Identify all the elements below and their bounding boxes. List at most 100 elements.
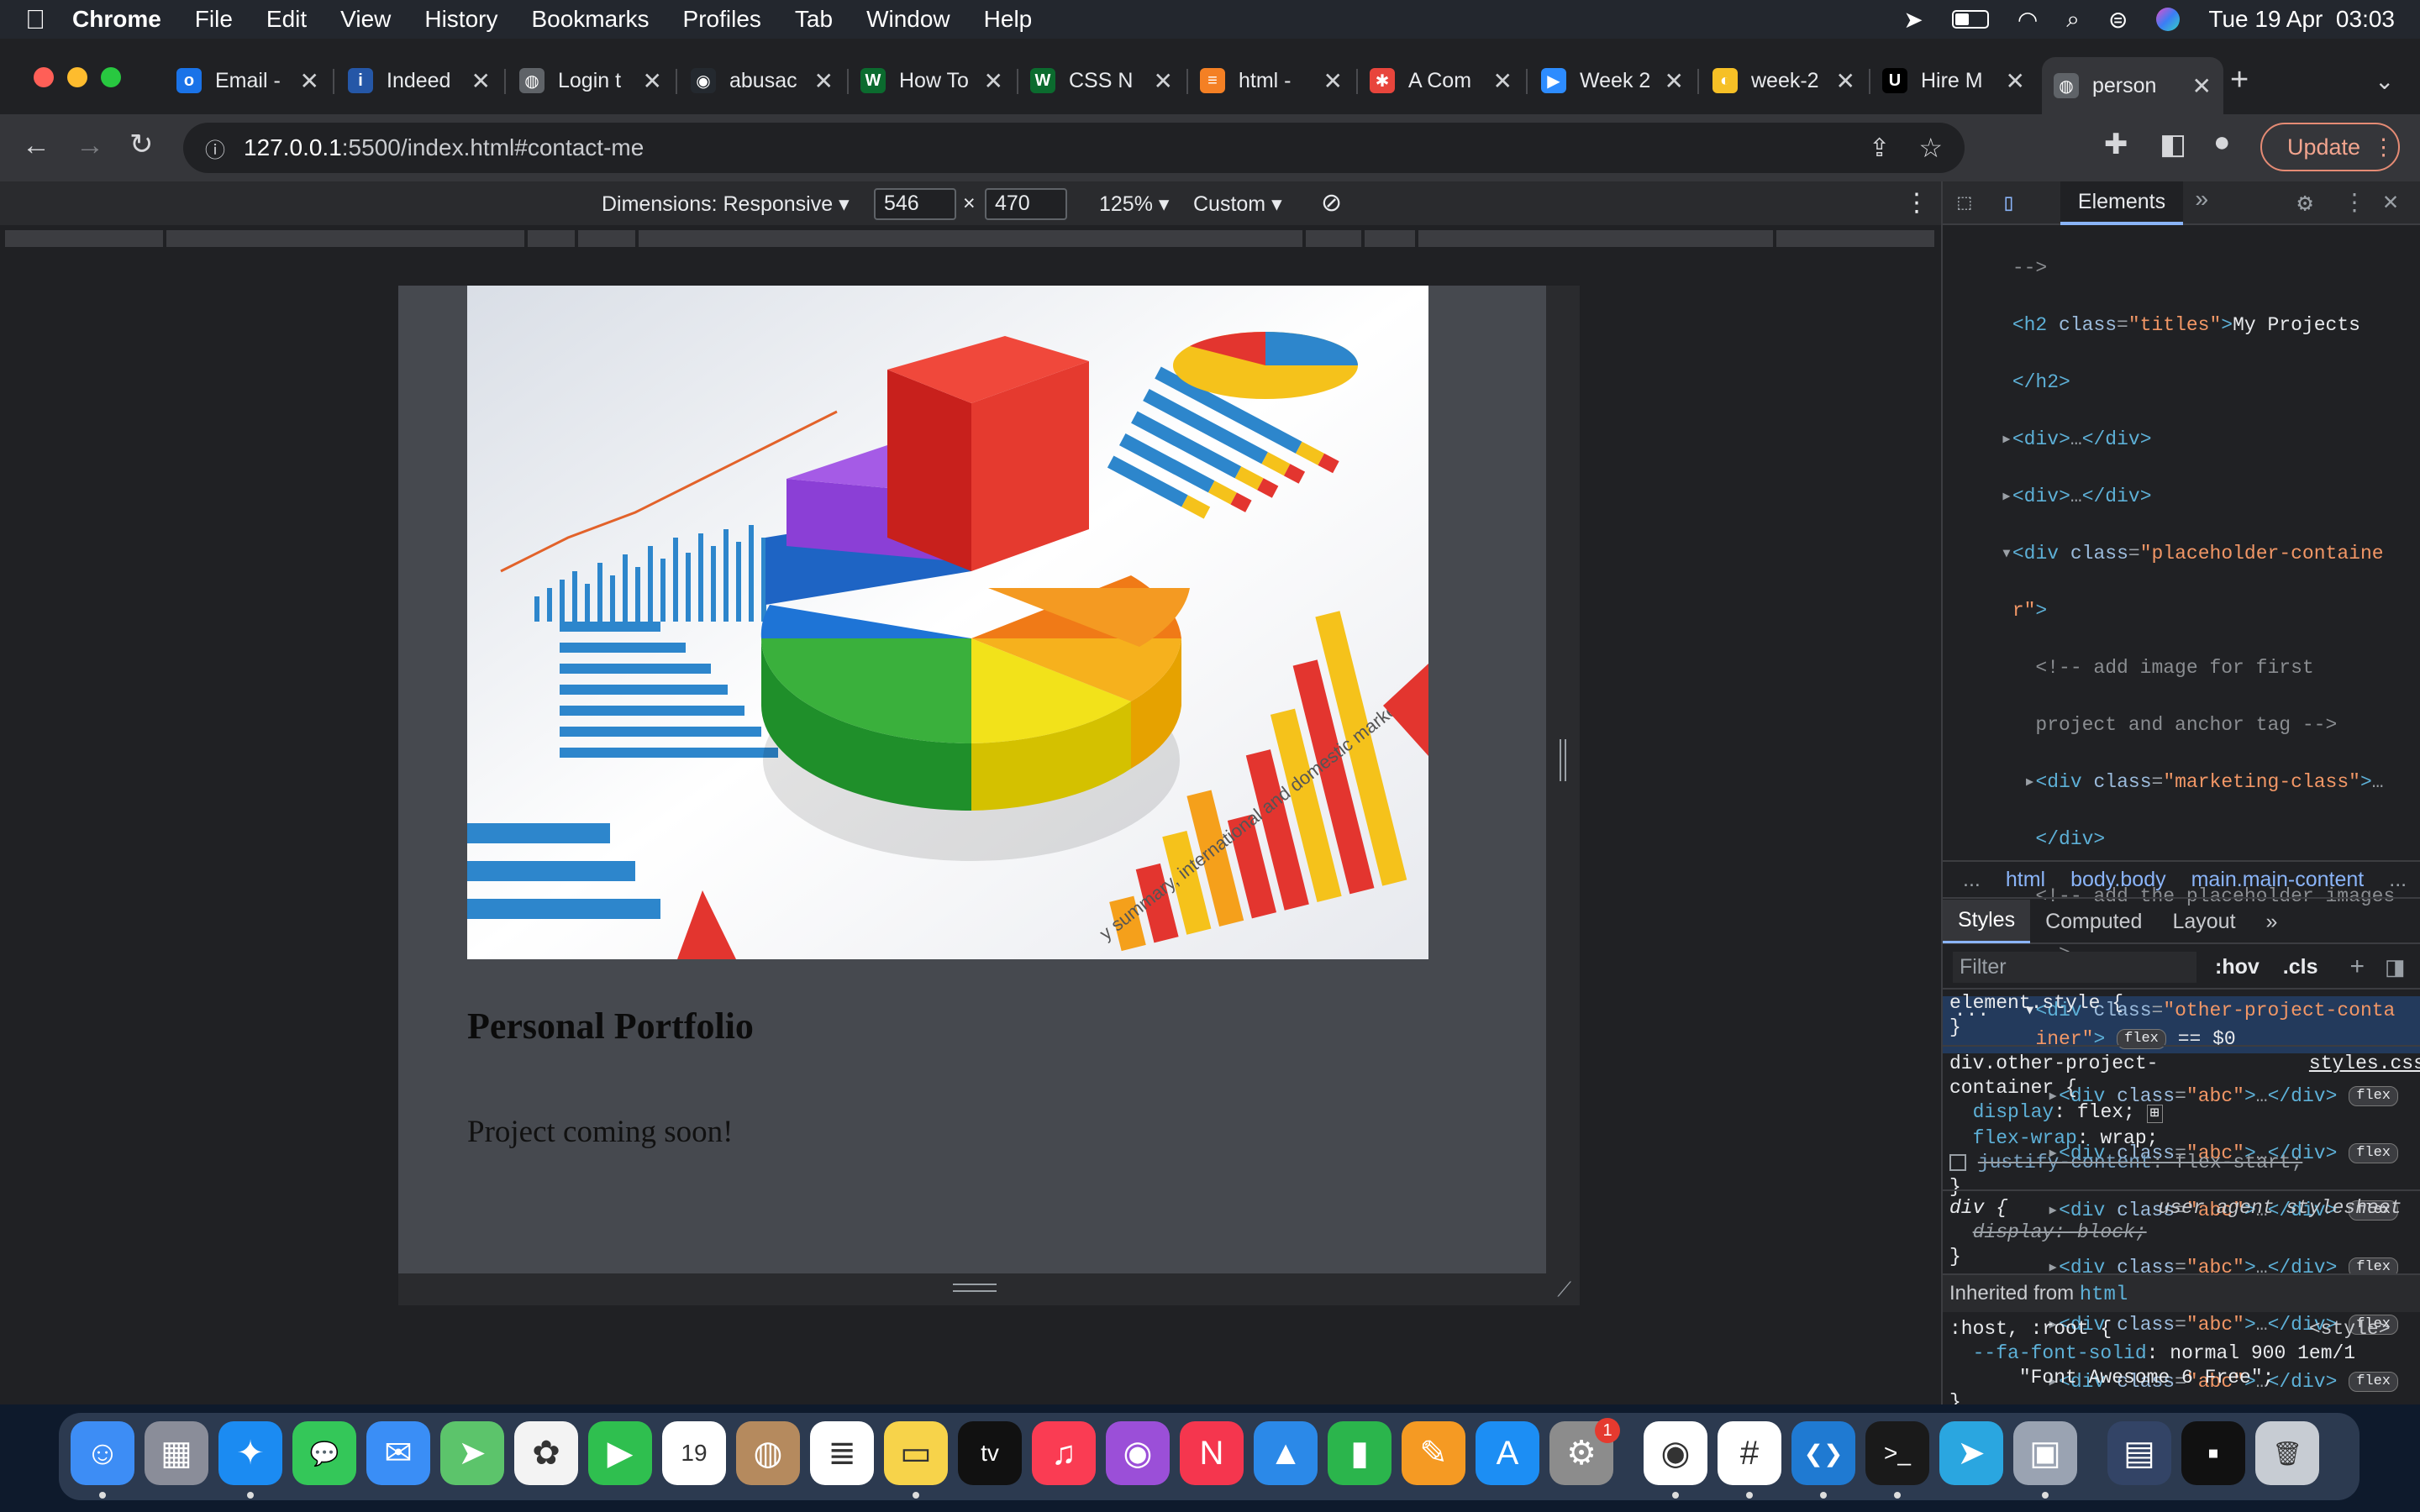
terminal-icon[interactable]: >_	[1865, 1421, 1929, 1485]
resize-handle-bottom[interactable]: ⟋	[398, 1273, 1580, 1305]
media-segment[interactable]	[1776, 230, 1936, 247]
close-window-button[interactable]	[34, 67, 54, 87]
address-bar[interactable]: ⓘ 127.0.0.1:5500/index.html#contact-me ⇪…	[183, 123, 1965, 173]
breadcrumb-main[interactable]: main.main-content	[2191, 868, 2365, 892]
share-icon[interactable]: ⇪	[1869, 134, 1890, 163]
element-style-rule[interactable]: element.style { }	[1949, 991, 2420, 1040]
calendar-icon[interactable]: 19	[662, 1421, 726, 1485]
tab-close-icon[interactable]: ✕	[1317, 67, 1343, 95]
dom-line[interactable]: </div>	[1943, 825, 2420, 853]
news-icon[interactable]: N	[1180, 1421, 1244, 1485]
media-segment[interactable]	[5, 230, 165, 247]
tab-1[interactable]: o Email - ✕	[165, 57, 331, 104]
minimize-window-button[interactable]	[67, 67, 87, 87]
control-center-icon[interactable]: ⊜	[2108, 6, 2128, 34]
contacts-icon[interactable]: ◍	[736, 1421, 800, 1485]
tab-search-icon[interactable]: ⌄	[2375, 67, 2394, 95]
numbers-icon[interactable]: ▮	[1328, 1421, 1392, 1485]
user-agent-rule[interactable]: div { user agent stylesheet display: blo…	[1949, 1196, 2420, 1269]
devtools-menu-icon[interactable]: ⋮	[2343, 188, 2366, 218]
breadcrumb-body[interactable]: body.body	[2070, 868, 2166, 892]
property-checkbox[interactable]	[1949, 1153, 1966, 1171]
tab-7[interactable]: ≡ html - ✕	[1188, 57, 1355, 104]
profile-icon[interactable]: ●	[2213, 126, 2231, 159]
dom-line[interactable]: project and anchor tag -->	[1943, 711, 2420, 739]
breadcrumb-ellipsis[interactable]: ...	[1963, 868, 1981, 892]
resize-handle-right[interactable]	[1546, 286, 1580, 1273]
podcasts-icon[interactable]: ◉	[1106, 1421, 1170, 1485]
chrome-icon[interactable]: ◉	[1644, 1421, 1707, 1485]
music-icon[interactable]: ♫	[1032, 1421, 1096, 1485]
send-icon[interactable]: ➤	[1903, 6, 1923, 34]
app-store-icon[interactable]: A	[1476, 1421, 1539, 1485]
menu-help[interactable]: Help	[984, 6, 1033, 33]
slack-icon[interactable]: #	[1718, 1421, 1781, 1485]
launchpad-icon[interactable]: ▦	[145, 1421, 208, 1485]
back-icon[interactable]: ←	[22, 129, 50, 162]
tv-icon[interactable]: tv	[958, 1421, 1022, 1485]
telegram-icon[interactable]: ➤	[1939, 1421, 2003, 1485]
media-segment[interactable]	[578, 230, 637, 247]
zoom-window-button[interactable]	[101, 67, 121, 87]
flex-editor-icon[interactable]: ⊞	[2146, 1105, 2163, 1123]
media-segment[interactable]	[1365, 230, 1417, 247]
clock[interactable]: Tue 19 Apr 03:03	[2208, 6, 2395, 33]
tab-5[interactable]: W How To ✕	[849, 57, 1015, 104]
tab-6[interactable]: W CSS N ✕	[1018, 57, 1185, 104]
tab-close-icon[interactable]: ✕	[1486, 67, 1512, 95]
window-icon[interactable]: ▪	[2181, 1421, 2245, 1485]
dimensions-dropdown[interactable]: Dimensions: Responsive ▾	[602, 192, 850, 217]
tab-layout[interactable]: Layout	[2157, 900, 2250, 943]
dom-line[interactable]: </h2>	[1943, 368, 2420, 396]
menu-window[interactable]: Window	[866, 6, 950, 33]
rotate-icon[interactable]: ⊘	[1321, 188, 1342, 218]
tab-9[interactable]: ▶ Week 2 ✕	[1529, 57, 1696, 104]
media-segment[interactable]	[639, 230, 1304, 247]
battery-icon[interactable]	[1951, 10, 1989, 29]
menu-bookmarks[interactable]: Bookmarks	[531, 6, 649, 33]
tab-8[interactable]: ✱ A Com ✕	[1358, 57, 1524, 104]
tab-2[interactable]: i Indeed ✕	[336, 57, 502, 104]
width-input[interactable]: 546	[874, 188, 956, 220]
menu-edit[interactable]: Edit	[266, 6, 307, 33]
toggle-sidebar-icon[interactable]: ◨	[2385, 954, 2406, 980]
preview-icon[interactable]: ▣	[2013, 1421, 2077, 1485]
tab-12[interactable]: ◍ person ✕	[2042, 57, 2223, 114]
breadcrumb-more[interactable]: ...	[2389, 868, 2407, 892]
throttle-dropdown[interactable]: Custom ▾	[1193, 192, 1282, 217]
tab-4[interactable]: ◉ abusac ✕	[679, 57, 845, 104]
host-root-rule[interactable]: :host, :root { <style> --fa-font-solid: …	[1949, 1317, 2420, 1404]
tab-close-icon[interactable]: ✕	[2186, 72, 2212, 100]
dom-line[interactable]: ▾<div class="placeholder-containe	[1943, 539, 2420, 568]
more-menu-icon[interactable]: ⋮	[2372, 134, 2395, 160]
tab-computed[interactable]: Computed	[2030, 900, 2157, 943]
menu-history[interactable]: History	[424, 6, 497, 33]
wifi-icon[interactable]: ◠	[2018, 6, 2038, 34]
tab-3[interactable]: ◍ Login t ✕	[508, 57, 674, 104]
maps-icon[interactable]: ➤	[440, 1421, 504, 1485]
zoom-dropdown[interactable]: 125% ▾	[1099, 192, 1169, 217]
tab-close-icon[interactable]: ✕	[977, 67, 1003, 95]
menu-profiles[interactable]: Profiles	[683, 6, 761, 33]
side-panel-icon[interactable]: ◧	[2160, 128, 2186, 161]
menu-file[interactable]: File	[195, 6, 233, 33]
reload-icon[interactable]: ↻	[129, 128, 154, 161]
dom-line[interactable]: <h2 class="titles">My Projects	[1943, 311, 2420, 339]
menu-view[interactable]: View	[340, 6, 391, 33]
tab-close-icon[interactable]: ✕	[1829, 67, 1855, 95]
media-segment[interactable]	[1418, 230, 1775, 247]
mail-icon[interactable]: ✉	[366, 1421, 430, 1485]
menu-app[interactable]: Chrome	[72, 6, 161, 33]
screenshot-icon[interactable]: ▤	[2107, 1421, 2171, 1485]
resize-corner-icon[interactable]: ⟋	[1557, 1278, 1571, 1302]
css-rule[interactable]: div.other-project- styles.css:110 contai…	[1949, 1052, 2420, 1200]
breadcrumb-html[interactable]: html	[2006, 868, 2045, 892]
tab-close-icon[interactable]: ✕	[636, 67, 662, 95]
pages-icon[interactable]: ✎	[1402, 1421, 1465, 1485]
filter-input[interactable]: Filter	[1953, 951, 2196, 983]
close-devtools-icon[interactable]: ✕	[2383, 186, 2398, 218]
tab-styles[interactable]: Styles	[1943, 900, 2031, 943]
tab-close-icon[interactable]: ✕	[293, 67, 319, 95]
cls-toggle[interactable]: .cls	[2283, 955, 2318, 979]
tab-close-icon[interactable]: ✕	[1999, 67, 2025, 95]
